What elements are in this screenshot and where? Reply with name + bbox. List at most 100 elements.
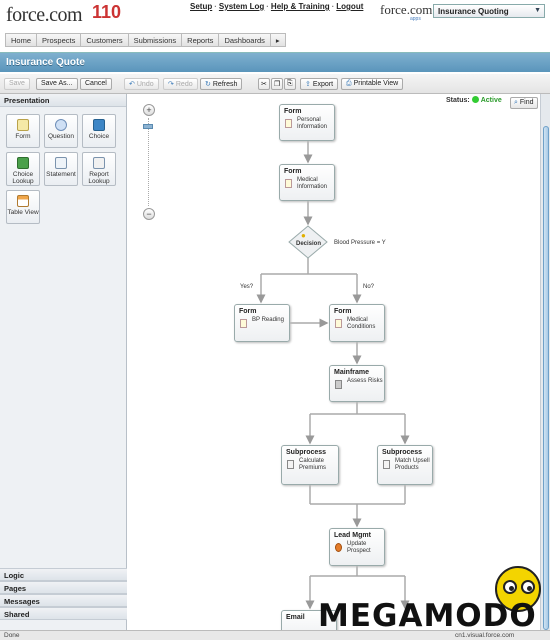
form-icon [285, 179, 292, 188]
redo-icon: ↷ [168, 81, 174, 88]
help-training-link[interactable]: Help & Training [271, 2, 330, 11]
palette-choice-lookup[interactable]: Choice Lookup [6, 152, 40, 186]
decision-condition: Blood Pressure = Y [334, 240, 386, 246]
refresh-icon: ↻ [205, 81, 211, 88]
print-icon: ⎙ [346, 80, 352, 87]
scrollbar-thumb[interactable] [543, 126, 549, 630]
panel-sections: Logic Pages Messages Shared [0, 568, 127, 620]
force-brand-sub: apps [410, 16, 421, 22]
node-type: Form [239, 308, 257, 315]
lightbulb-icon: ● [301, 231, 306, 240]
node-bp-reading[interactable]: Form BP Reading [234, 304, 290, 342]
header: force.com 110 Setup · System Log · Help & Tr… [0, 0, 550, 32]
mascot-left-eye [503, 580, 517, 594]
release-badge: 110 [92, 2, 122, 22]
app-selector[interactable]: Insurance Quoting ▼ [433, 4, 545, 18]
logout-link[interactable]: Logout [336, 2, 363, 11]
printable-view-button[interactable]: ⎙ Printable View [341, 78, 404, 90]
page-title-bar: Insurance Quote [0, 52, 550, 72]
node-medical-information[interactable]: Form Medical Information [279, 164, 335, 201]
page-title: Insurance Quote [6, 57, 85, 68]
node-type: Mainframe [334, 369, 370, 376]
node-type: Form [284, 108, 302, 115]
save-as-button[interactable]: Save As... [36, 78, 78, 90]
top-links: Setup · System Log · Help & Training · Logout [190, 2, 364, 11]
copy-button[interactable]: ❐ [271, 78, 284, 90]
undo-label: Undo [136, 81, 154, 88]
palette-statement[interactable]: Statement [44, 152, 78, 186]
node-calculate-premiums[interactable]: Subprocess Calculate Premiums [281, 445, 339, 485]
canvas-scrollbar[interactable] [540, 94, 550, 630]
node-label: BP Reading [252, 317, 284, 323]
section-presentation[interactable]: Presentation [0, 94, 126, 107]
cancel-button[interactable]: Cancel [80, 78, 112, 90]
node-label: Medical Information [297, 177, 328, 190]
force-logo[interactable]: force.com [6, 4, 83, 27]
tab-home[interactable]: Home [5, 33, 37, 47]
palette-table-view[interactable]: Table View [6, 190, 40, 224]
choice-lookup-icon [17, 157, 29, 169]
tab-prospects[interactable]: Prospects [36, 33, 81, 47]
palette-label: Statement [46, 171, 76, 178]
palette-report-lookup[interactable]: Report Lookup [82, 152, 116, 186]
node-update-prospect[interactable]: Lead Mgmt Update Prospect [329, 528, 385, 566]
branch-no-label: No? [363, 284, 375, 290]
system-log-link[interactable]: System Log [219, 2, 264, 11]
subprocess-icon [383, 460, 390, 469]
node-type: Subprocess [382, 449, 423, 456]
redo-label: Redo [175, 81, 193, 88]
node-match-upsell-products[interactable]: Subprocess Match Upsell Products [377, 445, 433, 485]
palette-label: Table View [7, 209, 39, 216]
setup-link[interactable]: Setup [190, 2, 212, 11]
paste-button[interactable]: ⎘ [284, 78, 296, 90]
palette-form[interactable]: Form [6, 114, 40, 148]
mainframe-icon [335, 380, 342, 389]
cut-icon: ✂ [261, 81, 267, 88]
node-assess-risks[interactable]: Mainframe Assess Risks [329, 365, 385, 402]
palette-question[interactable]: Question [44, 114, 78, 148]
form-icon [240, 319, 247, 328]
tab-dashboards[interactable]: Dashboards [218, 33, 270, 47]
tab-more[interactable]: ▸ [269, 33, 286, 47]
refresh-button[interactable]: ↻ Refresh [200, 78, 243, 90]
undo-button[interactable]: ↶ Undo [124, 78, 159, 90]
cut-button[interactable]: ✂ [258, 78, 270, 90]
tab-customers[interactable]: Customers [80, 33, 128, 47]
form-icon [17, 119, 29, 131]
paste-icon: ⎘ [287, 80, 293, 87]
lead-management-icon [335, 543, 342, 552]
decision-type: Decision [296, 241, 322, 247]
toolbar: Save Save As... Cancel ↶ Undo ↷ Redo ↻ Refr… [0, 74, 550, 94]
tab-reports[interactable]: Reports [181, 33, 219, 47]
node-type: Form [334, 308, 352, 315]
force-brand: force.com [380, 2, 433, 17]
node-medical-conditions[interactable]: Form Medical Conditions [329, 304, 385, 342]
redo-button[interactable]: ↷ Redo [163, 78, 198, 90]
form-icon [335, 319, 342, 328]
status-text: Done [4, 632, 20, 639]
save-button[interactable]: Save [4, 78, 30, 90]
flow-canvas[interactable]: + − Status: Active ⌕ Find ● Decision Blo… [128, 94, 540, 630]
choice-icon [93, 119, 105, 131]
export-button[interactable]: ⇪ Export [300, 78, 339, 90]
section-logic[interactable]: Logic [0, 568, 127, 581]
section-pages[interactable]: Pages [0, 581, 127, 594]
undo-icon: ↶ [129, 81, 135, 88]
component-panel: Presentation Form Question Choice Choice… [0, 94, 127, 630]
refresh-label: Refresh [212, 81, 238, 88]
palette-label: Report Lookup [88, 171, 110, 185]
node-label: Calculate Premiums [299, 458, 327, 471]
report-lookup-icon [93, 157, 105, 169]
export-label: Export [312, 81, 334, 88]
tab-submissions[interactable]: Submissions [127, 33, 182, 47]
node-type: Subprocess [286, 449, 327, 456]
section-messages[interactable]: Messages [0, 594, 127, 607]
node-personal-information[interactable]: Form Personal Information [279, 104, 335, 141]
palette-label: Choice Lookup [12, 171, 34, 185]
palette-choice[interactable]: Choice [82, 114, 116, 148]
section-shared[interactable]: Shared [0, 607, 127, 620]
nav-tabs: Home Prospects Customers Submissions Rep… [5, 33, 286, 47]
node-type: Lead Mgmt [334, 532, 371, 539]
node-label: Update Prospect [347, 541, 371, 554]
form-icon [285, 119, 292, 128]
